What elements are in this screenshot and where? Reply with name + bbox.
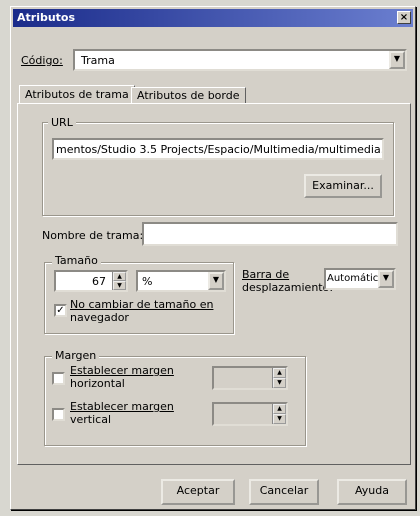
code-value: Trama xyxy=(81,54,115,67)
cancel-button[interactable]: Cancelar xyxy=(249,479,319,505)
scrollbar-label: Barra de desplazamiento: xyxy=(242,268,334,294)
attributes-dialog: Atributos × Código: Trama ▼ Atributos de… xyxy=(10,6,416,510)
no-resize-checkbox[interactable]: ✓ xyxy=(54,304,67,317)
tab-panel: URL mentos/Studio 3.5 Projects/Espacio/M… xyxy=(17,103,411,465)
tab-border-attributes[interactable]: Atributos de borde xyxy=(131,87,246,104)
vertical-margin-checkbox[interactable] xyxy=(52,408,65,421)
size-unit-select[interactable]: % ▼ xyxy=(136,270,226,292)
horizontal-margin-stepper[interactable]: ▲ ▼ xyxy=(212,366,288,390)
url-input[interactable]: mentos/Studio 3.5 Projects/Espacio/Multi… xyxy=(52,138,384,160)
spin-up-icon[interactable]: ▲ xyxy=(113,272,126,281)
close-button[interactable]: × xyxy=(397,11,411,24)
spin-up-icon[interactable]: ▲ xyxy=(273,368,286,378)
scrollbar-dropdown-button[interactable]: ▼ xyxy=(378,270,394,288)
size-value: 67 xyxy=(92,275,106,288)
tab-frame-attributes[interactable]: Atributos de trama xyxy=(19,85,135,104)
scrollbar-value: Automátic xyxy=(327,273,379,284)
vertical-margin-label: Establecer margen vertical xyxy=(70,400,174,426)
browse-button[interactable]: Examinar... xyxy=(304,174,382,198)
url-label: URL xyxy=(48,116,76,129)
horizontal-margin-label: Establecer margen horizontal xyxy=(70,364,174,390)
accept-button[interactable]: Aceptar xyxy=(161,479,235,505)
spin-down-icon[interactable]: ▼ xyxy=(113,281,126,290)
title-bar: Atributos × xyxy=(13,9,413,27)
spin-up-icon[interactable]: ▲ xyxy=(273,404,286,414)
size-value-stepper[interactable]: 67 ▲ ▼ xyxy=(54,270,128,292)
horizontal-margin-checkbox[interactable] xyxy=(52,372,65,385)
code-label: Código: xyxy=(21,54,63,67)
close-icon: × xyxy=(399,12,409,23)
spin-down-icon[interactable]: ▼ xyxy=(273,378,286,388)
vertical-margin-spin-buttons[interactable]: ▲ ▼ xyxy=(272,404,286,424)
vertical-margin-stepper[interactable]: ▲ ▼ xyxy=(212,402,288,426)
size-spin-buttons[interactable]: ▲ ▼ xyxy=(112,272,126,290)
code-select[interactable]: Trama ▼ xyxy=(73,49,407,71)
window-title: Atributos xyxy=(17,11,76,24)
code-dropdown-button[interactable]: ▼ xyxy=(389,51,405,69)
url-group xyxy=(42,122,394,216)
chevron-down-icon: ▼ xyxy=(212,275,220,284)
size-unit-dropdown-button[interactable]: ▼ xyxy=(208,272,224,290)
chevron-down-icon: ▼ xyxy=(382,273,390,282)
scrollbar-select[interactable]: Automátic ▼ xyxy=(324,268,396,290)
spin-down-icon[interactable]: ▼ xyxy=(273,414,286,424)
checkmark-icon: ✓ xyxy=(56,305,65,316)
margin-label: Margen xyxy=(52,349,100,362)
no-resize-label: No cambiar de tamaño en navegador xyxy=(70,298,214,324)
horizontal-margin-spin-buttons[interactable]: ▲ ▼ xyxy=(272,368,286,388)
size-label: Tamaño xyxy=(52,254,101,267)
size-unit-value: % xyxy=(142,275,153,288)
chevron-down-icon: ▼ xyxy=(393,54,401,63)
help-button[interactable]: Ayuda xyxy=(337,479,407,505)
frame-name-label: Nombre de trama: xyxy=(42,229,144,242)
frame-name-input[interactable] xyxy=(142,222,398,246)
